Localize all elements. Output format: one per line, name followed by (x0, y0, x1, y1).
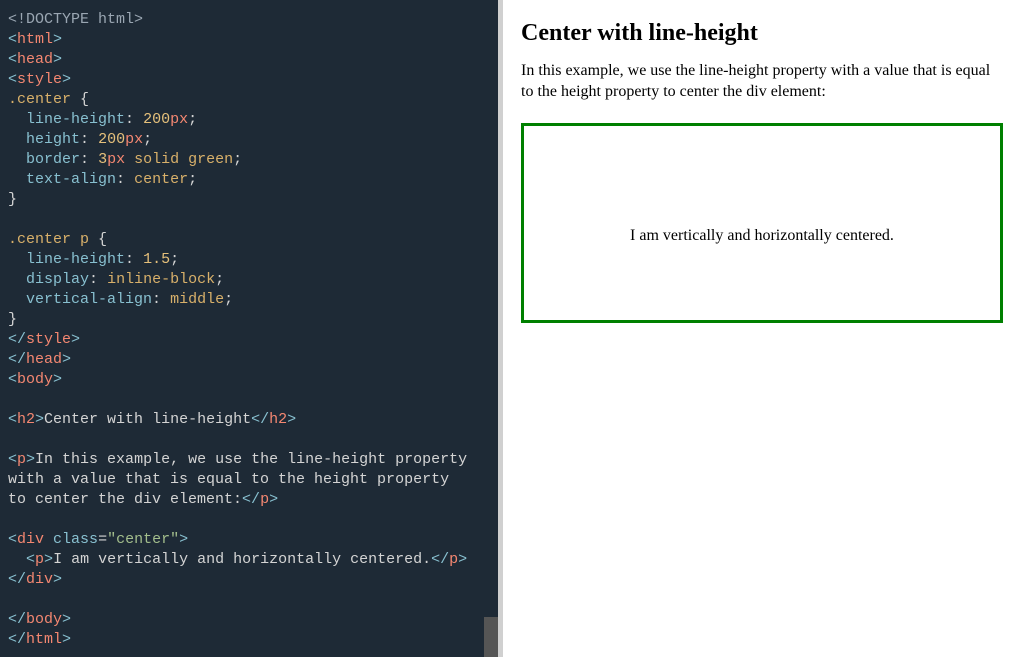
preview-intro-text: In this example, we use the line-height … (521, 61, 1003, 103)
css-selector-center: .center (8, 91, 71, 108)
css-prop: vertical-align (26, 291, 152, 308)
code-editor[interactable]: <!DOCTYPE html> <html> <head> <style> .c… (0, 0, 498, 657)
tag-head-open: head (17, 51, 53, 68)
tag-p-open: p (17, 451, 26, 468)
css-val: center (134, 171, 188, 188)
css-unit: px (107, 151, 125, 168)
tag-style-close: style (26, 331, 71, 348)
tag-p-close: p (449, 551, 458, 568)
attr-class: class (53, 531, 98, 548)
tag-div-close: div (26, 571, 53, 588)
css-val: solid (134, 151, 179, 168)
css-num: 3 (98, 151, 107, 168)
code-p-text: with a value that is equal to the height… (8, 471, 449, 488)
css-prop: border (26, 151, 80, 168)
css-num: 1.5 (143, 251, 170, 268)
css-prop: display (26, 271, 89, 288)
tag-html-open: html (17, 31, 53, 48)
code-p-text: to center the div element: (8, 491, 242, 508)
css-num: 200 (98, 131, 125, 148)
tag-html-close: html (26, 631, 62, 648)
tag-body-close: body (26, 611, 62, 628)
attr-class-value: "center" (107, 531, 179, 548)
css-unit: px (170, 111, 188, 128)
tag-head-close: head (26, 351, 62, 368)
tag-style-open: style (17, 71, 62, 88)
css-val: inline-block (107, 271, 215, 288)
css-unit: px (125, 131, 143, 148)
css-num: 200 (143, 111, 170, 128)
preview-heading: Center with line-height (521, 20, 1003, 47)
css-prop: text-align (26, 171, 116, 188)
css-prop: line-height (26, 251, 125, 268)
tag-p-close: p (260, 491, 269, 508)
code-h2-text: Center with line-height (44, 411, 251, 428)
scrollbar-thumb[interactable] (484, 617, 498, 657)
code-centered-text: I am vertically and horizontally centere… (53, 551, 431, 568)
preview-pane: Center with line-height In this example,… (503, 0, 1021, 657)
css-prop: line-height (26, 111, 125, 128)
code-p-text: In this example, we use the line-height … (35, 451, 467, 468)
css-val: middle (170, 291, 224, 308)
css-val: green (188, 151, 233, 168)
doctype-line: <!DOCTYPE html> (8, 11, 143, 28)
css-prop: height (26, 131, 80, 148)
css-selector-center-p: .center p (8, 231, 89, 248)
centered-box: I am vertically and horizontally centere… (521, 123, 1003, 323)
tag-h2-close: h2 (269, 411, 287, 428)
tag-p-open: p (35, 551, 44, 568)
tag-body-open: body (17, 371, 53, 388)
tag-div-open: div (17, 531, 44, 548)
tag-h2-open: h2 (17, 411, 35, 428)
centered-text: I am vertically and horizontally centere… (630, 224, 894, 248)
